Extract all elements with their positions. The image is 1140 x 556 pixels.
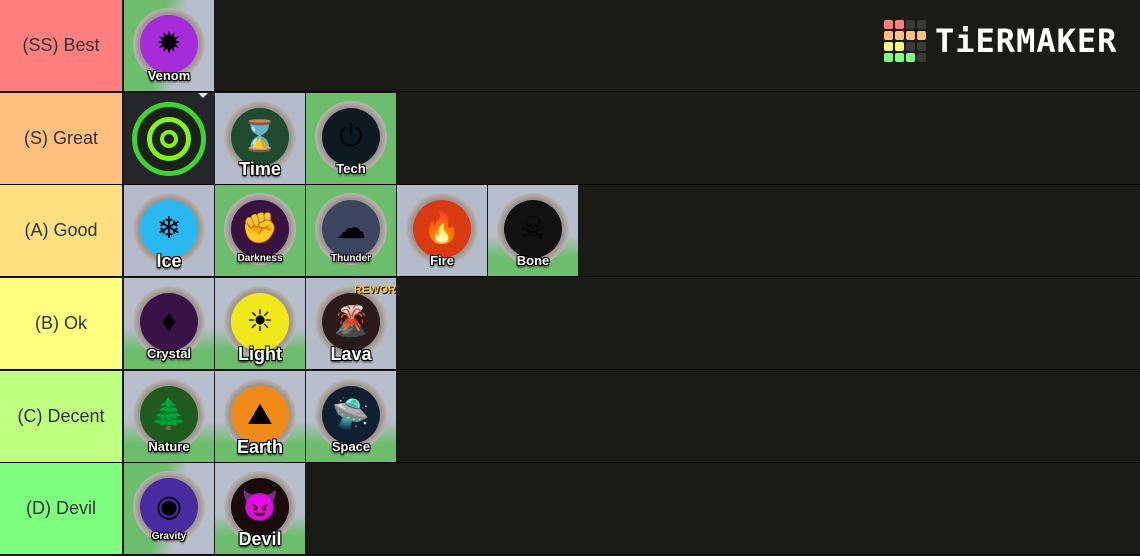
tier-items: ❄ Ice ✊ Darkness ☁ Thunder 🔥 Fire ☠ Bone [124,185,579,276]
item-name: Venom [147,68,191,83]
tier-item[interactable] [124,93,215,184]
volcano-icon: 🌋 [322,292,380,351]
snowflake-icon: ❄ [140,199,198,258]
item-name: Crystal [146,346,192,361]
item-name: Tech [336,161,366,176]
tier-item[interactable]: 🛸 Space [306,371,397,462]
tier-label[interactable]: (A) Good [0,185,124,276]
fist-icon: ✊ [231,199,289,258]
item-name: Darkness [237,253,283,264]
tier-item[interactable]: ◉ Gravity [124,463,215,554]
eye-icon: ◉ [140,477,198,536]
tier-item[interactable]: 🔥 Fire [397,185,488,276]
dropdown-caret-icon[interactable] [198,93,208,98]
tier-item[interactable]: 🌲 Nature [124,371,215,462]
skull-icon: ☠ [504,199,562,258]
tier-label[interactable]: (S) Great [0,93,124,184]
item-name: Space [331,439,371,454]
tier-item[interactable]: ⛰ Earth [215,371,306,462]
tier-item[interactable]: ⌛ Time [215,93,306,184]
tier-row: (S) Great ⌛ Time ⏻ Tech [0,93,1140,185]
tier-row: (B) Ok ♦ Crystal ☀ Light 🌋 Lava REWOR [0,278,1140,370]
tier-label[interactable]: (C) Decent [0,371,124,462]
tier-item[interactable]: ☠ Bone [488,185,579,276]
tier-item[interactable]: 🌋 Lava REWOR [306,278,397,369]
tier-items: ✹ Venom [124,0,215,91]
tier-row: (SS) Best ✹ Venom [0,0,1140,92]
tier-item[interactable]: ✹ Venom [124,0,215,91]
tier-item[interactable]: ❄ Ice [124,185,215,276]
tier-items: 🌲 Nature ⛰ Earth 🛸 Space [124,371,397,462]
mountain-icon: ⛰ [231,385,289,444]
flame-icon: 🔥 [413,199,471,258]
tier-label[interactable]: (SS) Best [0,0,124,91]
sun-icon: ☀ [231,292,289,351]
target-icon [132,101,206,176]
tier-label[interactable]: (B) Ok [0,278,124,369]
tier-label[interactable]: (D) Devil [0,463,124,554]
item-name: Earth [236,437,283,457]
item-name: Gravity [151,531,187,542]
item-name: Nature [148,439,190,454]
item-name: Lava [330,344,372,364]
tier-item[interactable]: ☁ Thunder [306,185,397,276]
venom-icon: ✹ [140,14,198,73]
tier-item[interactable]: ✊ Darkness [215,185,306,276]
rework-tag: REWOR [353,284,396,296]
item-name: Time [239,159,281,179]
crystal-icon: ♦ [140,292,198,351]
tier-board: TiERMAKER (SS) Best ✹ Venom (S) Great ⌛ Time ⏻… [0,0,1140,556]
hourglass-icon: ⌛ [231,107,289,166]
item-name: Thunder [331,253,371,264]
tier-row: (D) Devil ◉ Gravity 😈 Devil [0,463,1140,555]
devil-icon: 😈 [231,477,289,536]
item-name: Devil [238,529,282,549]
tier-row: (C) Decent 🌲 Nature ⛰ Earth 🛸 Space [0,371,1140,463]
tier-item[interactable]: ♦ Crystal [124,278,215,369]
tier-items: ⌛ Time ⏻ Tech [124,93,397,184]
tier-item[interactable]: ☀ Light [215,278,306,369]
item-name: Ice [156,251,182,271]
tree-icon: 🌲 [140,385,198,444]
tier-item[interactable]: ⏻ Tech [306,93,397,184]
tier-row: (A) Good ❄ Ice ✊ Darkness ☁ Thunder 🔥 Fire ☠ Bone [0,185,1140,277]
cloud-icon: ☁ [322,199,380,258]
item-name: Bone [516,253,550,268]
tier-items: ♦ Crystal ☀ Light 🌋 Lava REWOR [124,278,397,369]
tier-item[interactable]: 😈 Devil [215,463,306,554]
item-name: Fire [430,253,454,268]
power-icon: ⏻ [322,107,380,166]
tier-items: ◉ Gravity 😈 Devil [124,463,306,554]
item-name: Light [238,344,282,364]
ufo-icon: 🛸 [322,385,380,444]
